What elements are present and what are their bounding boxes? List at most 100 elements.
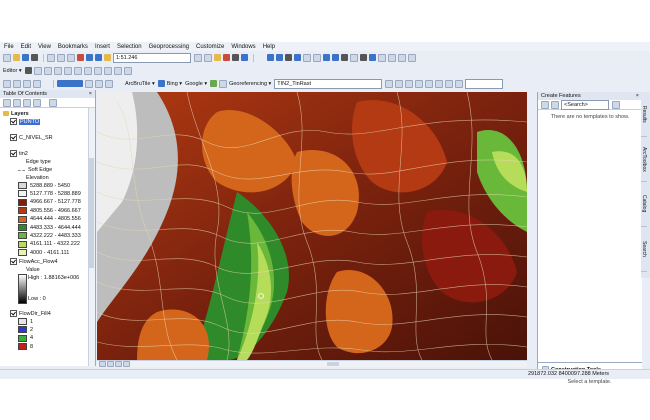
back-extent-icon[interactable] <box>323 54 330 61</box>
new-document-icon[interactable] <box>3 53 11 62</box>
list-by-selection-icon[interactable] <box>33 98 41 107</box>
arcbrutile-menu[interactable]: ArcBruTile ▾ <box>125 81 155 87</box>
menu-bookmarks[interactable]: Bookmarks <box>58 44 88 50</box>
point-icon[interactable] <box>73 66 82 75</box>
layer-visibility-checkbox[interactable] <box>10 118 17 125</box>
scale-icon[interactable] <box>405 79 414 88</box>
organize-templates-icon[interactable] <box>541 100 549 109</box>
close-icon[interactable]: × <box>89 91 92 97</box>
editor-toolbar-icon[interactable] <box>194 53 202 62</box>
python-icon[interactable] <box>232 54 239 61</box>
straight-segment-icon[interactable] <box>43 66 52 75</box>
identify-icon[interactable] <box>369 54 376 61</box>
map-view[interactable] <box>97 92 527 360</box>
layer-tin2[interactable]: tin2 <box>10 150 28 157</box>
zoom-out-icon[interactable] <box>276 54 283 61</box>
toc-scrollbar[interactable] <box>88 108 95 366</box>
google-menu[interactable]: Google ▾ <box>185 81 207 87</box>
find-icon[interactable] <box>378 53 386 62</box>
sketch-properties-icon[interactable] <box>113 66 122 75</box>
search-icon[interactable] <box>612 100 620 109</box>
catalog-icon[interactable] <box>214 54 221 61</box>
list-by-visibility-icon[interactable] <box>23 98 31 107</box>
end-point-arc-icon[interactable] <box>53 66 62 75</box>
map-scroll-thumb[interactable] <box>327 362 339 366</box>
layer-settings-icon[interactable] <box>219 79 228 88</box>
fixed-zoom-out-icon[interactable] <box>313 53 321 62</box>
layers-frame[interactable]: Layers <box>3 110 29 117</box>
zoom-field[interactable] <box>465 78 504 89</box>
layer-visibility-checkbox[interactable] <box>10 258 17 265</box>
menu-insert[interactable]: Insert <box>95 44 110 50</box>
layer-flowacc[interactable]: FlowAcc_Flow4 <box>10 258 58 265</box>
close-icon[interactable]: × <box>636 93 639 99</box>
auto-adjust-icon[interactable] <box>435 79 444 88</box>
tab-search[interactable]: Search <box>641 227 647 272</box>
menu-help[interactable]: Help <box>263 44 275 50</box>
print-icon[interactable] <box>31 54 38 61</box>
add-control-points-icon[interactable] <box>415 79 424 88</box>
measure-icon[interactable] <box>388 53 396 62</box>
transparency-icon[interactable] <box>455 79 464 88</box>
layer-punto[interactable]: PUNTO <box>10 118 41 125</box>
paste-icon[interactable] <box>67 53 75 62</box>
terrain-map[interactable] <box>97 92 527 360</box>
scale-selector[interactable]: 1:51.246 <box>113 52 191 63</box>
pause-drawing-icon[interactable] <box>123 361 130 367</box>
tab-results[interactable]: Results <box>641 92 647 137</box>
list-by-drawing-order-icon[interactable] <box>3 98 11 107</box>
split-tool-icon[interactable] <box>83 66 92 75</box>
template-search-box[interactable]: <Search> <box>561 99 609 110</box>
tab-arctoolbox[interactable]: ArcToolbox <box>641 137 647 182</box>
menu-customize[interactable]: Customize <box>196 44 224 50</box>
layer-visibility-checkbox[interactable] <box>10 310 17 317</box>
data-view-icon[interactable] <box>99 361 106 367</box>
table-of-contents-icon[interactable] <box>204 53 212 62</box>
trace-icon[interactable] <box>63 66 72 75</box>
swipe-icon[interactable] <box>95 79 103 88</box>
menu-file[interactable]: File <box>4 44 14 50</box>
bing-icon[interactable] <box>157 80 165 87</box>
panel-divider[interactable] <box>538 362 642 363</box>
attributes-icon[interactable] <box>103 66 112 75</box>
shift-icon[interactable] <box>395 79 404 88</box>
modelbuilder-icon[interactable] <box>241 54 248 61</box>
redo-icon[interactable] <box>95 54 102 61</box>
copy-icon[interactable] <box>57 53 65 62</box>
viewer-icon[interactable] <box>445 79 454 88</box>
editor-menu[interactable]: Editor ▾ <box>3 68 22 74</box>
georeferencing-layer-select[interactable]: TIN2_TinRast <box>274 78 383 89</box>
list-by-source-icon[interactable] <box>13 79 21 88</box>
rotate-icon[interactable] <box>385 79 394 88</box>
add-data-icon[interactable] <box>104 54 111 61</box>
menu-view[interactable]: View <box>38 44 51 50</box>
edit-tool-icon[interactable] <box>24 67 32 74</box>
effects-icon[interactable] <box>85 79 93 88</box>
fixed-zoom-in-icon[interactable] <box>303 53 311 62</box>
forward-extent-icon[interactable] <box>332 54 339 61</box>
list-by-drawing-order-icon[interactable] <box>3 79 11 88</box>
select-elements-icon[interactable] <box>360 54 367 61</box>
refresh-icon[interactable] <box>115 361 122 367</box>
menu-edit[interactable]: Edit <box>21 44 31 50</box>
clear-selection-icon[interactable] <box>350 53 358 62</box>
delete-icon[interactable] <box>77 54 84 61</box>
layer-swatch-icon[interactable] <box>57 80 83 87</box>
map-horizontal-scrollbar[interactable] <box>97 360 527 367</box>
cut-icon[interactable] <box>47 53 55 62</box>
layer-visibility-checkbox[interactable] <box>10 134 17 141</box>
edit-annotation-icon[interactable] <box>33 66 42 75</box>
undo-icon[interactable] <box>86 54 93 61</box>
pan-icon[interactable] <box>285 54 292 61</box>
flicker-icon[interactable] <box>105 79 113 88</box>
create-features-icon[interactable] <box>123 66 132 75</box>
download-icon[interactable] <box>210 80 218 87</box>
filter-icon[interactable] <box>551 100 559 109</box>
hyperlink-icon[interactable] <box>398 53 406 62</box>
menu-windows[interactable]: Windows <box>231 44 255 50</box>
georeferencing-menu[interactable]: Georeferencing ▾ <box>229 81 271 87</box>
view-link-table-icon[interactable] <box>425 79 434 88</box>
menu-selection[interactable]: Selection <box>117 44 142 50</box>
html-popup-icon[interactable] <box>408 53 416 62</box>
layer-name-punto[interactable]: PUNTO <box>19 118 41 125</box>
